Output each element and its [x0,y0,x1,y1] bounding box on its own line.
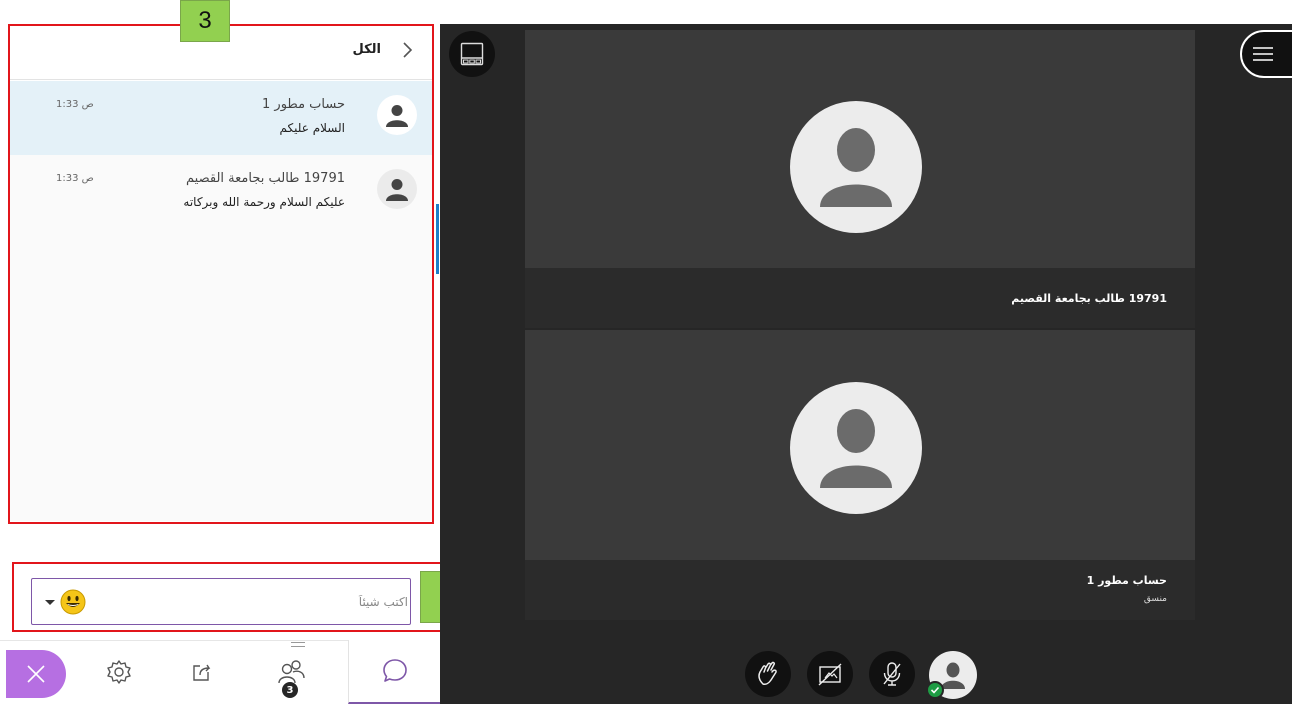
camera-off-icon [818,663,842,686]
participant-avatar [790,382,922,514]
user-avatar-icon [386,105,408,127]
chat-header-title: الكل [352,42,381,57]
chat-message: 19791 طالب بجامعة القصيم عليكم السلام ور… [10,155,433,229]
video-nameplate: حساب مطور 1 منسق [525,560,1195,620]
microphone-toggle-button[interactable] [869,651,915,697]
message-input[interactable] [102,587,408,617]
chat-icon [382,659,407,682]
avatar [377,95,417,135]
avatar [377,169,417,209]
layout-toggle-button[interactable] [449,31,495,77]
top-strip [440,0,1292,24]
message-text: عليكم السلام ورحمة الله وبركاته [183,195,345,209]
share-content-button[interactable] [180,649,226,695]
share-icon [193,664,211,681]
session-menu-button[interactable] [1240,30,1292,78]
video-tile [525,330,1195,560]
hand-raise-icon [758,661,777,685]
message-text: السلام عليكم [279,121,345,135]
layout-grid-icon [460,42,484,66]
participant-name: حساب مطور 1 [1086,574,1167,587]
mic-off-icon [883,662,901,686]
participants-count-badge: 3 [282,682,298,698]
message-time: 1:33 ص [56,99,94,110]
user-avatar-icon [386,179,408,201]
chat-panel: الكل حساب مطور 1 السلام عليكم 1:33 ص 197… [0,0,490,704]
chevron-right-icon[interactable] [395,38,419,62]
annotation-label-3: 3 [180,0,230,42]
message-sender: 19791 طالب بجامعة القصيم [186,171,345,186]
emoji-picker-button[interactable] [44,589,90,615]
emoji-icon [60,589,86,615]
gear-icon [107,660,131,684]
close-icon [27,665,45,683]
video-nameplate: 19791 طالب بجامعة القصيم [525,268,1195,328]
chat-message: حساب مطور 1 السلام عليكم 1:33 ص [10,81,433,155]
settings-button[interactable] [96,649,142,695]
participant-role: منسق [1143,594,1167,604]
raise-hand-button[interactable] [745,651,791,697]
caret-down-icon [45,600,55,605]
tab-chat[interactable] [348,640,440,704]
camera-toggle-button[interactable] [807,651,853,697]
status-check-icon [926,681,944,699]
video-tile [525,30,1195,268]
close-panel-button[interactable] [6,650,66,698]
drag-handle[interactable] [291,642,305,647]
message-composer [31,578,411,625]
hamburger-menu-icon [1253,47,1273,61]
message-list: حساب مطور 1 السلام عليكم 1:33 ص 19791 طا… [10,81,433,521]
participant-name: 19791 طالب بجامعة القصيم [1011,292,1167,305]
user-avatar-icon [820,128,892,207]
participant-avatar [790,101,922,233]
message-sender: حساب مطور 1 [262,97,345,112]
scrollbar-thumb[interactable] [436,204,439,274]
message-time: 1:33 ص [56,173,94,184]
user-avatar-icon [820,409,892,488]
